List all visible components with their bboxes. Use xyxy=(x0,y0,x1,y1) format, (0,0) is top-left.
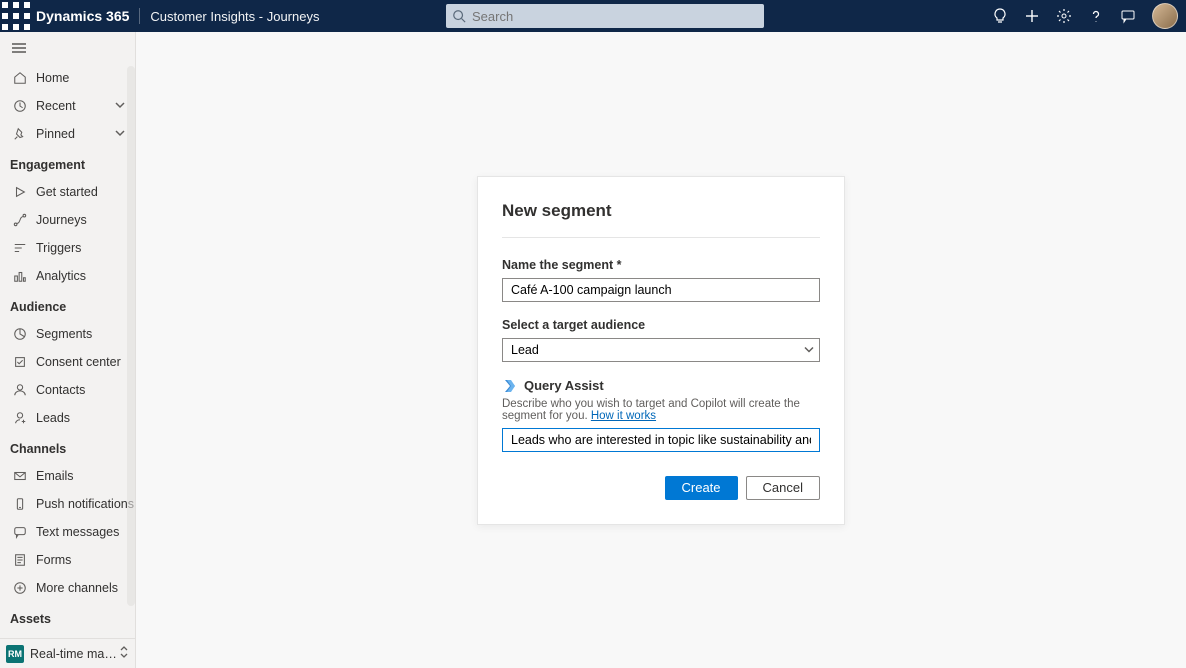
nav-label: Journeys xyxy=(36,213,87,227)
audience-select[interactable] xyxy=(502,338,820,362)
nav-label: Recent xyxy=(36,99,76,113)
section-assets: Assets xyxy=(0,602,135,632)
nav-triggers[interactable]: Triggers xyxy=(0,234,135,262)
add-icon[interactable] xyxy=(1016,0,1048,32)
email-icon xyxy=(12,468,28,484)
area-label: Real-time marketi... xyxy=(30,647,119,661)
sms-icon xyxy=(12,524,28,540)
search-input[interactable] xyxy=(466,9,758,24)
dialog-title: New segment xyxy=(502,201,820,221)
play-icon xyxy=(12,184,28,200)
conversation-icon[interactable] xyxy=(1112,0,1144,32)
nav-text[interactable]: Text messages xyxy=(0,518,135,546)
section-engagement: Engagement xyxy=(0,148,135,178)
nav-label: Forms xyxy=(36,553,71,567)
chevron-down-icon xyxy=(115,99,125,113)
nav-label: Triggers xyxy=(36,241,81,255)
nav-contacts[interactable]: Contacts xyxy=(0,376,135,404)
push-icon xyxy=(12,496,28,512)
nav-consent[interactable]: Consent center xyxy=(0,348,135,376)
section-channels: Channels xyxy=(0,432,135,462)
new-segment-dialog: New segment Name the segment * Select a … xyxy=(477,176,845,525)
leads-icon xyxy=(12,410,28,426)
user-avatar[interactable] xyxy=(1152,3,1178,29)
forms-icon xyxy=(12,552,28,568)
nav-label: Leads xyxy=(36,411,70,425)
nav-recent[interactable]: Recent xyxy=(0,92,135,120)
nav-push[interactable]: Push notifications xyxy=(0,490,135,518)
more-icon xyxy=(12,580,28,596)
nav-analytics[interactable]: Analytics xyxy=(0,262,135,290)
global-search[interactable] xyxy=(446,4,764,28)
query-assist-desc: Describe who you wish to target and Copi… xyxy=(502,398,820,422)
contact-icon xyxy=(12,382,28,398)
nav-label: Home xyxy=(36,71,69,85)
how-it-works-link[interactable]: How it works xyxy=(591,410,656,422)
segment-name-label: Name the segment * xyxy=(502,258,820,272)
nav-pinned[interactable]: Pinned xyxy=(0,120,135,148)
divider xyxy=(502,237,820,238)
area-badge: RM xyxy=(6,645,24,663)
copilot-icon xyxy=(502,378,518,394)
nav-sidebar: Home Recent Pinned Engagement Get starte… xyxy=(0,32,136,668)
segment-icon xyxy=(12,326,28,342)
segment-name-input[interactable] xyxy=(502,278,820,302)
nav-segments[interactable]: Segments xyxy=(0,320,135,348)
nav-label: More channels xyxy=(36,581,118,595)
lightbulb-icon[interactable] xyxy=(984,0,1016,32)
nav-label: Get started xyxy=(36,185,98,199)
app-launcher[interactable] xyxy=(0,0,32,32)
nav-label: Text messages xyxy=(36,525,119,539)
nav-journeys[interactable]: Journeys xyxy=(0,206,135,234)
audience-label: Select a target audience xyxy=(502,318,820,332)
nav-forms[interactable]: Forms xyxy=(0,546,135,574)
cancel-button[interactable]: Cancel xyxy=(746,476,820,500)
clock-icon xyxy=(12,98,28,114)
home-icon xyxy=(12,70,28,86)
chevron-down-icon xyxy=(115,127,125,141)
analytics-icon xyxy=(12,268,28,284)
nav-home[interactable]: Home xyxy=(0,64,135,92)
nav-label: Push notifications xyxy=(36,497,134,511)
audience-value[interactable] xyxy=(502,338,820,362)
query-assist-title: Query Assist xyxy=(524,378,604,393)
app-topbar: Dynamics 365 Customer Insights - Journey… xyxy=(0,0,1186,32)
nav-label: Pinned xyxy=(36,127,75,141)
nav-label: Analytics xyxy=(36,269,86,283)
area-picker[interactable]: RM Real-time marketi... xyxy=(0,638,135,668)
query-assist-input[interactable] xyxy=(502,428,820,452)
nav-label: Segments xyxy=(36,327,92,341)
create-button[interactable]: Create xyxy=(665,476,738,500)
main-content: New segment Name the segment * Select a … xyxy=(136,32,1186,668)
nav-more-channels[interactable]: More channels xyxy=(0,574,135,602)
pin-icon xyxy=(12,126,28,142)
app-name[interactable]: Customer Insights - Journeys xyxy=(140,9,319,24)
trigger-icon xyxy=(12,240,28,256)
nav-label: Emails xyxy=(36,469,74,483)
section-audience: Audience xyxy=(0,290,135,320)
sidebar-toggle[interactable] xyxy=(0,32,135,64)
nav-get-started[interactable]: Get started xyxy=(0,178,135,206)
updown-icon xyxy=(119,646,129,661)
help-icon[interactable] xyxy=(1080,0,1112,32)
nav-label: Consent center xyxy=(36,355,121,369)
brand-name[interactable]: Dynamics 365 xyxy=(32,8,140,24)
settings-icon[interactable] xyxy=(1048,0,1080,32)
nav-leads[interactable]: Leads xyxy=(0,404,135,432)
sidebar-scrollbar[interactable] xyxy=(127,66,135,606)
journey-icon xyxy=(12,212,28,228)
search-icon xyxy=(452,9,466,23)
nav-label: Contacts xyxy=(36,383,85,397)
nav-emails[interactable]: Emails xyxy=(0,462,135,490)
consent-icon xyxy=(12,354,28,370)
